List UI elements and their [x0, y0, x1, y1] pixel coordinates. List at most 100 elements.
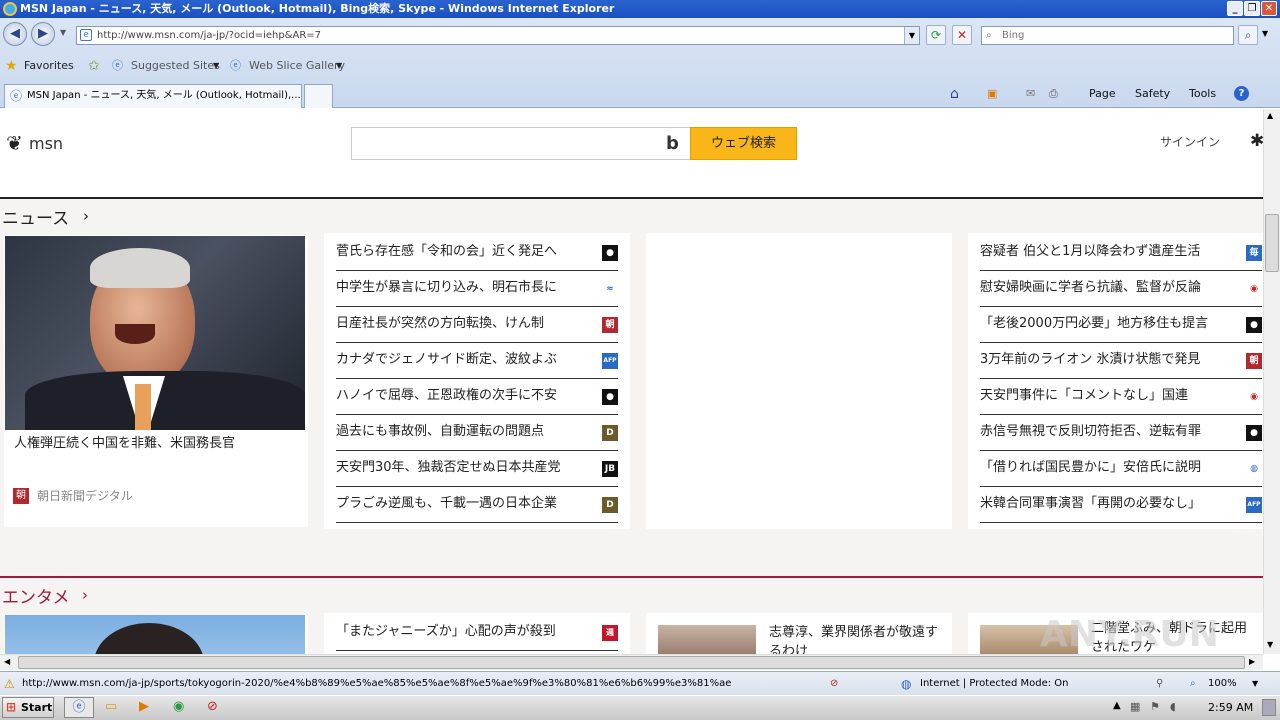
refresh-icon[interactable]: ⟳	[926, 25, 946, 45]
page-menu[interactable]: Page	[1089, 86, 1116, 102]
msn-search-input[interactable]: b	[351, 127, 691, 160]
address-bar[interactable]: e http://www.msn.com/ja-jp/?ocid=iehp&AR…	[76, 26, 920, 45]
tab-msn[interactable]: ⓔ MSN Japan - ニュース, 天気, メール (Outlook, Ho…	[4, 84, 302, 108]
clock[interactable]: 2:59 AM	[1208, 701, 1253, 714]
news_col1-headline[interactable]: 中学生が暴言に切り込み、明石市長に ≈	[336, 271, 618, 307]
media-player-icon[interactable]: ▶	[139, 699, 149, 714]
ent-headline-1[interactable]: 「またジャニーズか」心配の声が殺到 週	[336, 615, 618, 651]
minimize-button[interactable]: _	[1227, 1, 1243, 16]
news_col3-headline[interactable]: 容疑者 伯父と1月以降会わず遺産生活 毎	[980, 235, 1262, 271]
news_col1-headline[interactable]: 天安門30年、独裁否定せぬ日本共産党 JB	[336, 451, 618, 487]
tray-volume-icon[interactable]: ◖	[1170, 700, 1176, 713]
suggested-sites-link[interactable]: Suggested Sites	[131, 55, 220, 77]
zoom-level[interactable]: 100%	[1208, 672, 1237, 696]
news_col3-headline[interactable]: 赤信号無視で反則切符拒否、逆転有罪 ●	[980, 415, 1262, 451]
history-dropdown-icon[interactable]: ▼	[60, 28, 66, 37]
news_col3-headline[interactable]: 慰安婦映画に学者ら抗議、監督が反論 ◉	[980, 271, 1262, 307]
news_col3-headline[interactable]: 天安門事件に「コメントなし」国連 ◉	[980, 379, 1262, 415]
search-options-icon[interactable]: ▼	[1262, 29, 1268, 38]
print-icon[interactable]: ⎙	[1049, 86, 1058, 102]
tray-network-icon[interactable]: ▦	[1130, 700, 1140, 713]
zoom-dropdown-icon[interactable]: ▼	[1252, 672, 1258, 696]
tray-expand-icon[interactable]: ▲	[1113, 700, 1121, 711]
news_col3-headline[interactable]: 「借りれば国民豊かに」安倍氏に説明 ◍	[980, 451, 1262, 487]
scroll-right-icon[interactable]: ▶	[1249, 657, 1255, 666]
favorites-button[interactable]: Favorites	[24, 55, 74, 77]
start-button[interactable]: ⊞ Start	[2, 697, 54, 718]
news_col1-headline[interactable]: 日産社長が突然の方向転換、けん制 朝	[336, 307, 618, 343]
ent-card-2[interactable]: 志尊淳、業界関係者が敬遠するわけ	[646, 613, 952, 654]
news_col1-headline[interactable]: 菅氏ら存在感「令和の会」近く発足へ ●	[336, 235, 618, 271]
web-slice-icon: ⓔ	[230, 59, 241, 72]
chevron-down-icon[interactable]: ▼	[336, 55, 342, 77]
feature-card[interactable]: 人権弾圧続く中国を非難、米国務長官 朝 朝日新聞デジタル	[4, 235, 308, 527]
entertainment-chevron-icon[interactable]: ›	[82, 586, 88, 604]
safety-menu[interactable]: Safety	[1135, 86, 1170, 102]
feeds-icon[interactable]: ▣	[987, 86, 997, 102]
headline-text: 過去にも事故例、自動運転の問題点	[336, 424, 545, 439]
headline-text: 「老後2000万円必要」地方移住も提言	[980, 316, 1209, 331]
person-hair	[90, 248, 190, 288]
popup-blocked-icon[interactable]: ⊘	[830, 672, 838, 696]
source-icon: ◉	[1246, 389, 1262, 405]
ent-thumb-2	[658, 625, 756, 654]
news_col1-headline[interactable]: 過去にも事故例、自動運転の問題点 D	[336, 415, 618, 451]
close-window-button[interactable]: ✕	[1261, 1, 1277, 16]
msn-logo[interactable]: msn	[29, 134, 63, 153]
address-dropdown-icon[interactable]: ▼	[904, 27, 919, 44]
news-chevron-icon[interactable]: ›	[83, 207, 89, 225]
home-icon[interactable]: ⌂	[950, 86, 959, 102]
news-heading[interactable]: ニュース	[2, 204, 69, 229]
search-input[interactable]: ⌕ Bing	[981, 26, 1234, 45]
horizontal-scroll-thumb[interactable]	[18, 656, 1245, 669]
read-mail-icon[interactable]: ✉	[1026, 86, 1035, 102]
tray-flag-icon[interactable]: ⚑	[1150, 700, 1160, 713]
horizontal-scrollbar[interactable]: ◀ ▶	[0, 654, 1263, 670]
person-suit	[25, 371, 305, 430]
web-search-button[interactable]: ウェブ検索	[690, 127, 797, 160]
add-favorites-icon[interactable]: ✩	[88, 55, 100, 77]
source-icon: 週	[602, 625, 618, 641]
back-button[interactable]: ◀	[3, 22, 27, 46]
vertical-scroll-thumb[interactable]	[1265, 214, 1279, 272]
chevron-down-icon[interactable]: ▼	[213, 55, 219, 77]
signin-link[interactable]: サインイン	[1160, 133, 1220, 150]
headline-text: 米韓合同軍事演習「再開の必要なし」	[980, 496, 1202, 511]
scroll-up-icon[interactable]: ▲	[1267, 111, 1273, 120]
help-icon[interactable]: ?	[1234, 86, 1249, 101]
feature-caption[interactable]: 人権弾圧続く中国を非難、米国務長官	[14, 432, 235, 451]
window-title-bar: MSN Japan - ニュース, 天気, メール (Outlook, Hotm…	[0, 0, 1280, 18]
vertical-scrollbar[interactable]: ▲ ▼	[1263, 109, 1280, 654]
web-slice-gallery-link[interactable]: Web Slice Gallery	[249, 55, 345, 77]
tools-menu[interactable]: Tools	[1189, 86, 1216, 102]
scroll-down-icon[interactable]: ▼	[1267, 640, 1273, 649]
protected-mode-icon[interactable]: ⚲	[1156, 672, 1163, 696]
antivirus-icon[interactable]: ⊘	[207, 699, 218, 714]
search-button[interactable]: ⌕	[1238, 25, 1258, 45]
msn-butterfly-icon[interactable]: ❦	[6, 131, 23, 155]
news_col3-headline[interactable]: 米韓合同軍事演習「再開の必要なし」 AFP	[980, 487, 1262, 523]
internet-globe-icon: ◍	[901, 677, 912, 691]
settings-gear-icon[interactable]: ✱	[1250, 131, 1263, 151]
news_col3-headline[interactable]: 3万年前のライオン 氷漬け状態で発見 朝	[980, 343, 1262, 379]
ent-headline-text: 「またジャニーズか」心配の声が殺到	[336, 624, 556, 639]
show-desktop-button[interactable]	[1262, 699, 1276, 716]
headline-text: 菅氏ら存在感「令和の会」近く発足へ	[336, 244, 558, 259]
explorer-icon[interactable]: ▭	[105, 699, 117, 714]
news_col1-headline[interactable]: ハノイで屈辱、正恩政権の次手に不安 ●	[336, 379, 618, 415]
source-icon: D	[602, 497, 618, 513]
chrome-icon[interactable]: ◉	[173, 699, 184, 714]
security-zone[interactable]: Internet | Protected Mode: On	[920, 672, 1068, 696]
ent-feature-card[interactable]	[4, 615, 308, 654]
news_col1-headline[interactable]: カナダでジェノサイド断定、波紋よぶ AFP	[336, 343, 618, 379]
news_col3-headline[interactable]: 「老後2000万円必要」地方移住も提言 ●	[980, 307, 1262, 343]
new-tab-button[interactable]	[304, 84, 333, 108]
ie-taskbar-button[interactable]: ⓔ	[64, 697, 94, 718]
maximize-button[interactable]: ❐	[1244, 1, 1260, 16]
entertainment-heading[interactable]: エンタメ	[2, 583, 70, 608]
stop-icon[interactable]: ✕	[952, 25, 972, 45]
news_col1-headline[interactable]: プラごみ逆風も、千載一遇の日本企業 D	[336, 487, 618, 523]
forward-button[interactable]: ▶	[31, 22, 55, 46]
scroll-left-icon[interactable]: ◀	[4, 657, 10, 666]
source-icon: ●	[602, 389, 618, 405]
